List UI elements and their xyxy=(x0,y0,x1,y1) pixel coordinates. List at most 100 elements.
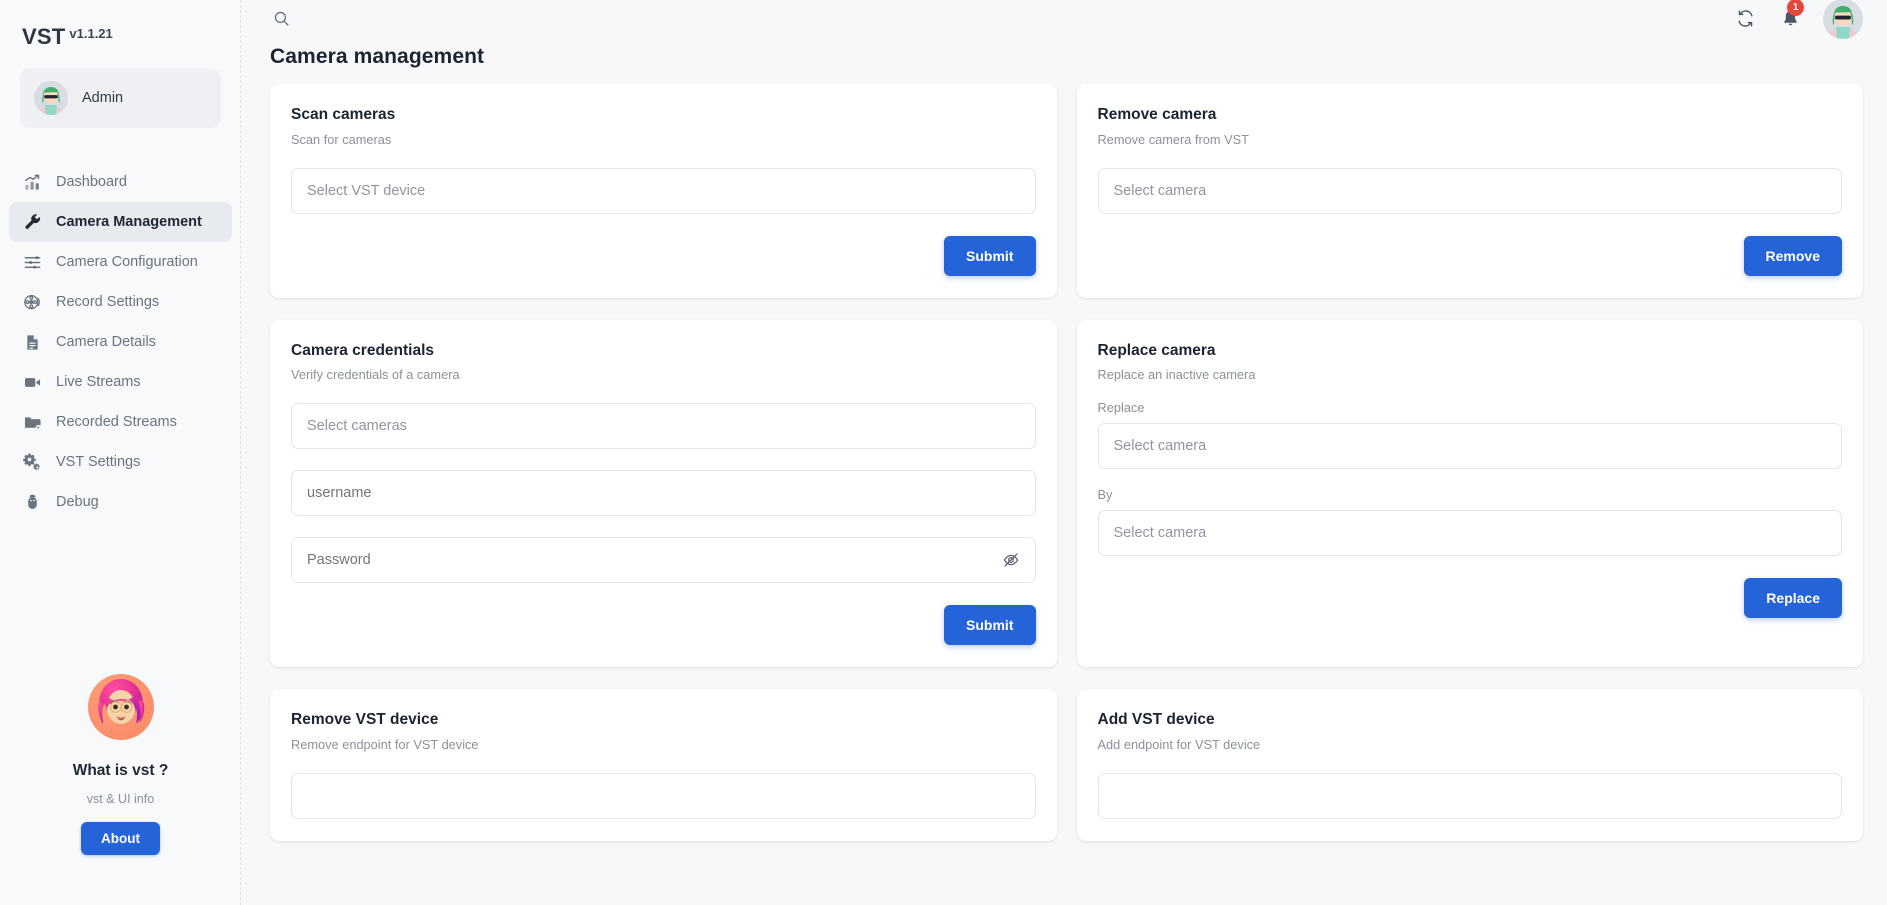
card-subtitle: Scan for cameras xyxy=(291,132,1036,147)
notification-badge: 1 xyxy=(1787,0,1804,16)
remove-vst-device-select[interactable] xyxy=(291,773,1036,819)
select-placeholder: Select camera xyxy=(1114,438,1207,454)
replace-camera-button[interactable]: Replace xyxy=(1744,578,1842,618)
page-title: Camera management xyxy=(241,37,1887,69)
card-actions: Replace xyxy=(1098,578,1843,618)
by-field-label: By xyxy=(1098,487,1843,502)
card-scan-cameras: Scan cameras Scan for cameras Select VST… xyxy=(270,84,1057,298)
sidebar-item-label: Dashboard xyxy=(56,174,127,190)
sliders-icon xyxy=(22,252,42,272)
card-subtitle: Remove endpoint for VST device xyxy=(291,737,1036,752)
avatar-woman-illustration-icon xyxy=(78,662,164,748)
card-title: Camera credentials xyxy=(291,342,1036,361)
video-camera-icon xyxy=(22,372,42,392)
cards-container: Scan cameras Scan for cameras Select VST… xyxy=(241,84,1887,905)
select-placeholder: Select camera xyxy=(1114,525,1207,541)
sidebar-item-label: Recorded Streams xyxy=(56,414,177,430)
card-subtitle: Verify credentials of a camera xyxy=(291,367,1036,382)
scan-submit-button[interactable]: Submit xyxy=(944,236,1035,276)
film-reel-icon xyxy=(22,292,42,312)
topbar-actions: 1 xyxy=(1733,0,1863,39)
credentials-submit-button[interactable]: Submit xyxy=(944,605,1035,645)
sidebar-user-card[interactable]: Admin xyxy=(20,68,221,128)
cameras-select[interactable]: Select cameras xyxy=(291,403,1036,449)
sidebar-item-label: Camera Management xyxy=(56,214,202,230)
remove-camera-select[interactable]: Select camera xyxy=(1098,168,1843,214)
main-content: 1 xyxy=(241,0,1887,905)
sidebar-item-camera-management[interactable]: Camera Management xyxy=(9,202,232,242)
field-password xyxy=(291,537,1036,583)
sidebar-item-camera-details[interactable]: Camera Details xyxy=(9,322,232,362)
sidebar-item-record-settings[interactable]: Record Settings xyxy=(9,282,232,322)
card-remove-vst-device: Remove VST device Remove endpoint for VS… xyxy=(270,689,1057,841)
bug-icon xyxy=(22,492,42,512)
field-vst-device: Select VST device xyxy=(291,168,1036,214)
password-input[interactable] xyxy=(291,537,1036,583)
sidebar-user-name: Admin xyxy=(82,90,123,106)
field-select-cameras: Select cameras xyxy=(291,403,1036,449)
remove-camera-button[interactable]: Remove xyxy=(1744,236,1842,276)
cards-grid: Scan cameras Scan for cameras Select VST… xyxy=(270,84,1863,841)
sidebar-item-recorded-streams[interactable]: Recorded Streams xyxy=(9,402,232,442)
sidebar: VST v1.1.21 xyxy=(0,0,241,905)
sidebar-item-label: VST Settings xyxy=(56,454,140,470)
promo-subtitle: vst & UI info xyxy=(87,792,154,806)
sidebar-promo: What is vst ? vst & UI info About xyxy=(0,662,241,855)
card-title: Replace camera xyxy=(1098,342,1843,361)
sidebar-nav: Dashboard Camera Management xyxy=(0,162,241,522)
sidebar-item-vst-settings[interactable]: VST Settings xyxy=(9,442,232,482)
card-subtitle: Replace an inactive camera xyxy=(1098,367,1843,382)
card-add-vst-device: Add VST device Add endpoint for VST devi… xyxy=(1077,689,1864,841)
sidebar-item-label: Record Settings xyxy=(56,294,159,310)
username-input[interactable] xyxy=(291,470,1036,516)
card-subtitle: Add endpoint for VST device xyxy=(1098,737,1843,752)
topbar: 1 xyxy=(241,0,1887,37)
avatar xyxy=(34,81,68,115)
bell-icon[interactable]: 1 xyxy=(1778,7,1802,31)
search-icon[interactable] xyxy=(270,8,292,30)
gears-icon xyxy=(22,452,42,472)
replace-field-label: Replace xyxy=(1098,400,1843,415)
select-placeholder: Select cameras xyxy=(307,418,407,434)
add-vst-device-input[interactable] xyxy=(1098,773,1843,819)
field-add-vst-device xyxy=(1098,773,1843,819)
sidebar-item-debug[interactable]: Debug xyxy=(9,482,232,522)
field-by-camera: Select camera xyxy=(1098,510,1843,556)
avatar[interactable] xyxy=(1823,0,1863,39)
by-camera-select[interactable]: Select camera xyxy=(1098,510,1843,556)
sidebar-item-label: Camera Details xyxy=(56,334,156,350)
vst-device-select[interactable]: Select VST device xyxy=(291,168,1036,214)
card-remove-camera: Remove camera Remove camera from VST Sel… xyxy=(1077,84,1864,298)
card-replace-camera: Replace camera Replace an inactive camer… xyxy=(1077,320,1864,668)
about-button[interactable]: About xyxy=(81,822,160,855)
field-remove-vst-device xyxy=(291,773,1036,819)
card-camera-credentials: Camera credentials Verify credentials of… xyxy=(270,320,1057,668)
brand-logo: VST v1.1.21 xyxy=(0,0,241,48)
sidebar-item-label: Live Streams xyxy=(56,374,141,390)
select-placeholder: Select VST device xyxy=(307,183,425,199)
sidebar-item-dashboard[interactable]: Dashboard xyxy=(9,162,232,202)
brand-name: VST xyxy=(22,26,65,48)
card-actions: Submit xyxy=(291,236,1036,276)
card-title: Remove camera xyxy=(1098,106,1843,125)
sidebar-item-camera-configuration[interactable]: Camera Configuration xyxy=(9,242,232,282)
card-title: Add VST device xyxy=(1098,711,1843,730)
refresh-icon[interactable] xyxy=(1733,7,1757,31)
card-title: Scan cameras xyxy=(291,106,1036,125)
card-actions: Remove xyxy=(1098,236,1843,276)
field-remove-camera: Select camera xyxy=(1098,168,1843,214)
sidebar-item-label: Debug xyxy=(56,494,99,510)
wrench-icon xyxy=(22,212,42,232)
card-actions: Submit xyxy=(291,605,1036,645)
chart-bar-icon xyxy=(22,172,42,192)
field-username xyxy=(291,470,1036,516)
card-title: Remove VST device xyxy=(291,711,1036,730)
app-root: VST v1.1.21 xyxy=(0,0,1887,905)
promo-title: What is vst ? xyxy=(73,762,169,780)
replace-camera-select[interactable]: Select camera xyxy=(1098,423,1843,469)
field-replace-camera: Select camera xyxy=(1098,423,1843,469)
brand-version: v1.1.21 xyxy=(69,27,112,40)
sidebar-item-live-streams[interactable]: Live Streams xyxy=(9,362,232,402)
eye-off-icon[interactable] xyxy=(1000,549,1022,571)
folder-play-icon xyxy=(22,412,42,432)
